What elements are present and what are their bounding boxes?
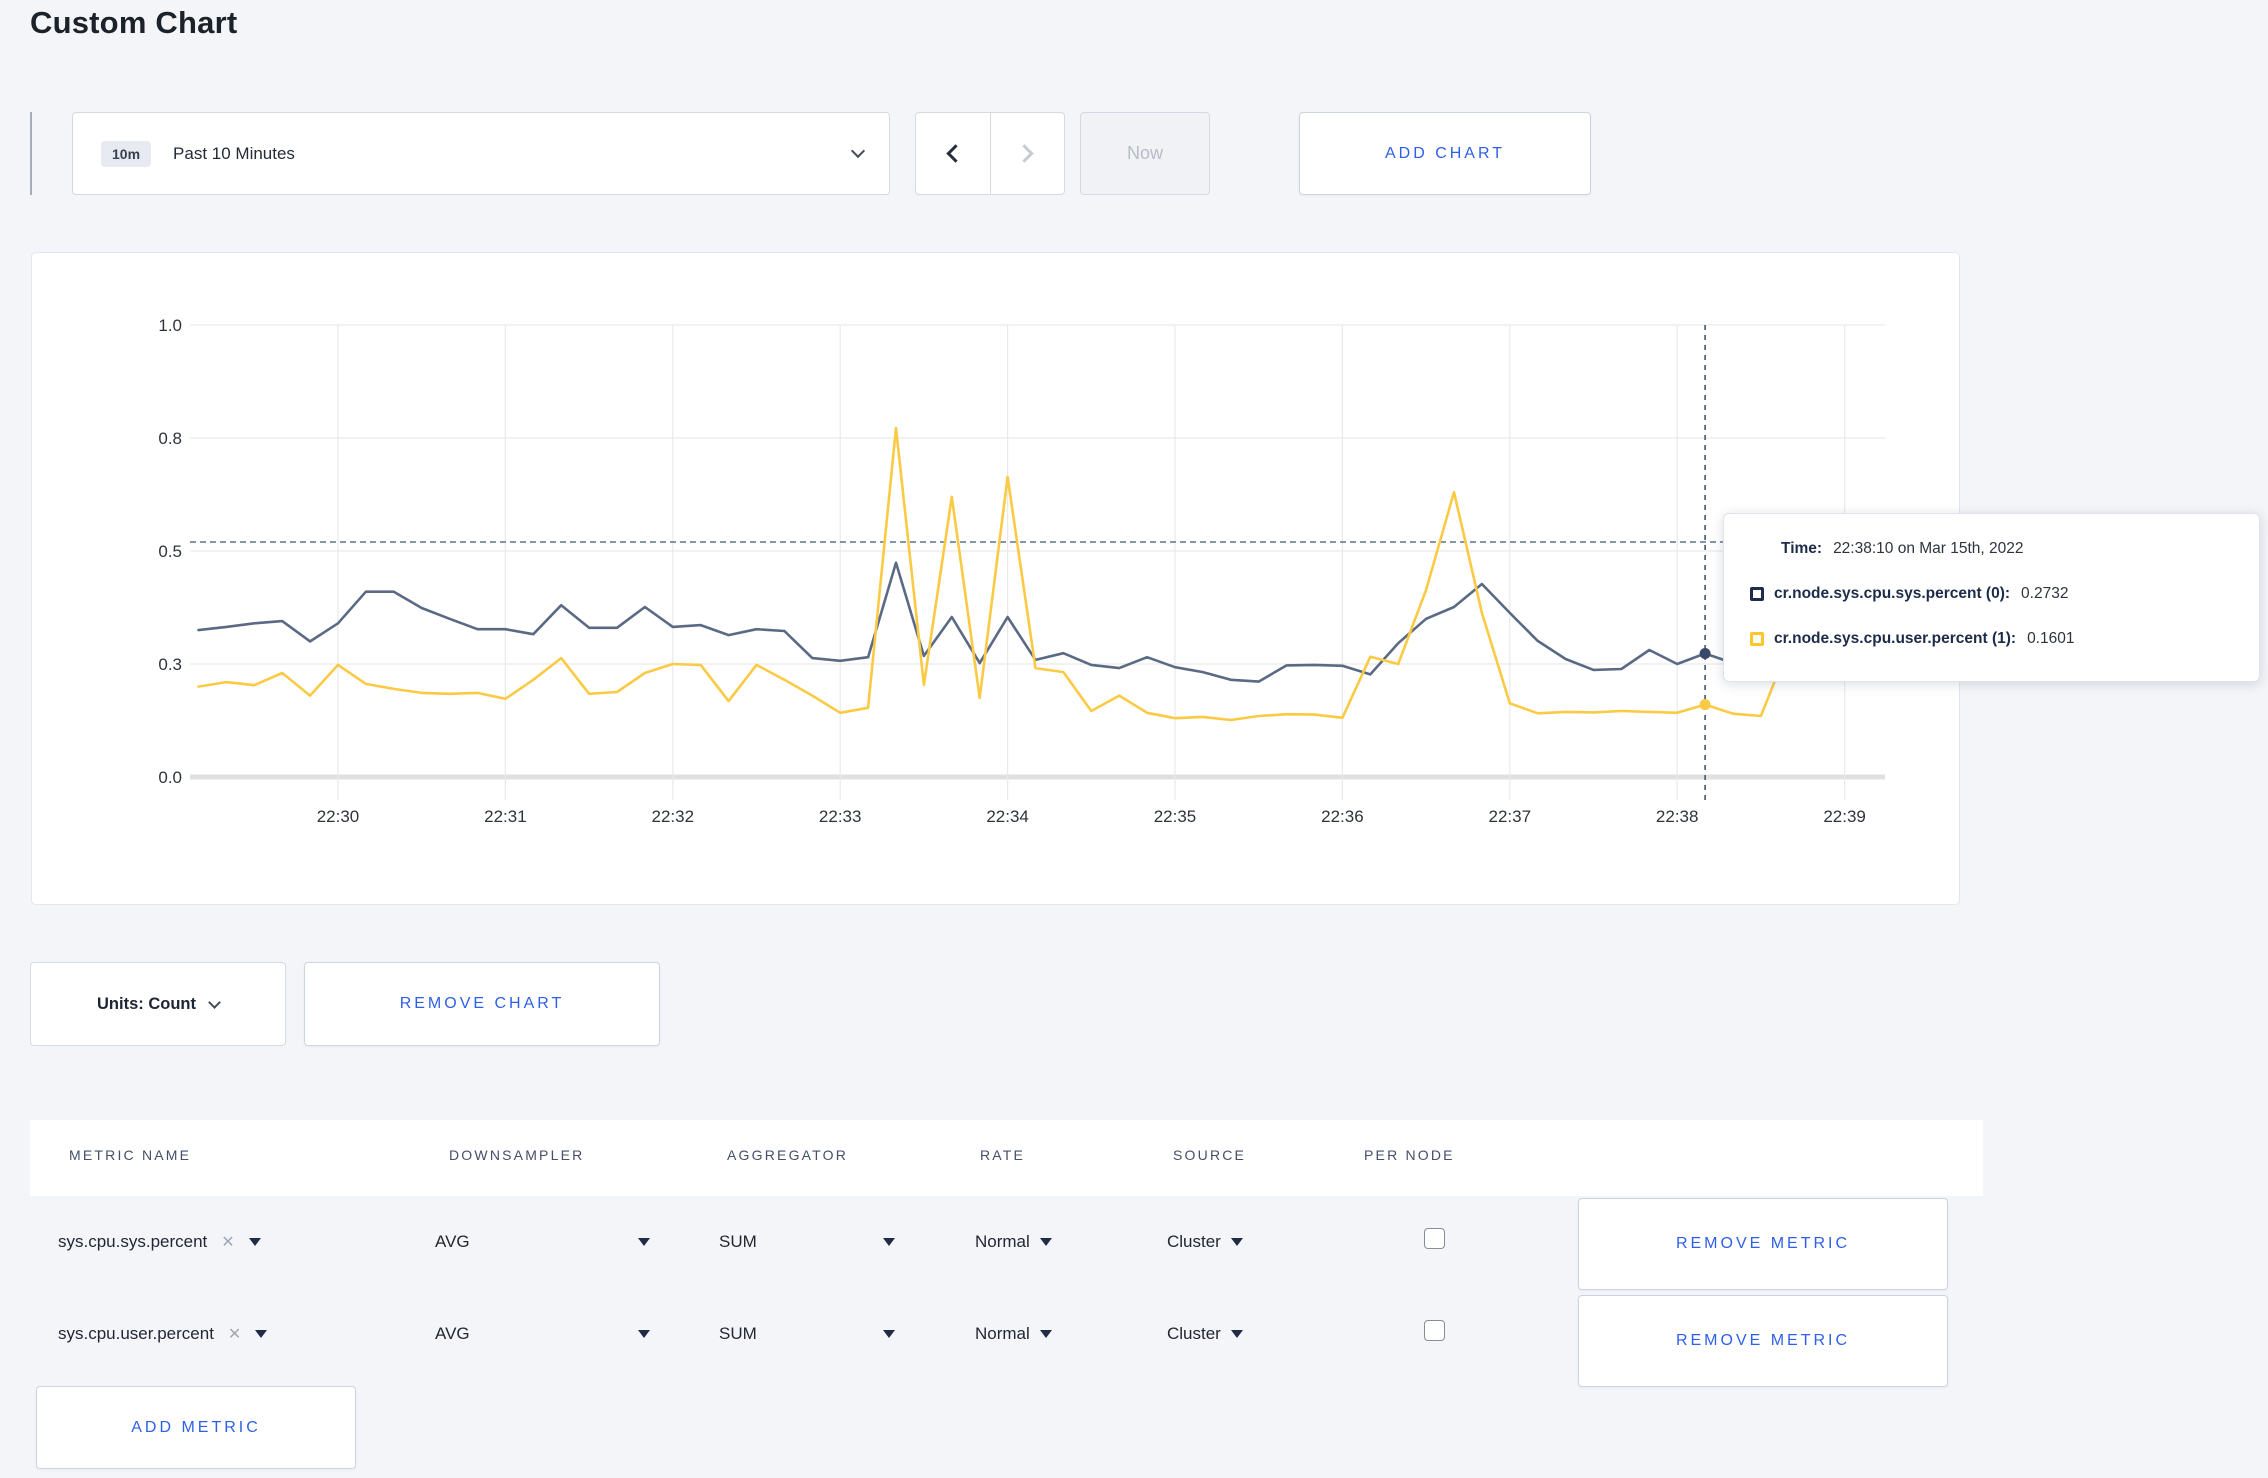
rate-select[interactable]: Normal (975, 1232, 1052, 1252)
dropdown-caret-icon[interactable] (1230, 1330, 1243, 1338)
x-tick-label: 22:31 (484, 807, 527, 826)
y-tick-label: 0.3 (158, 655, 182, 674)
x-tick-label: 22:32 (652, 807, 695, 826)
time-range-badge: 10m (101, 140, 152, 167)
units-label: Units: Count (97, 994, 196, 1013)
col-header-metric-name: METRIC NAME (69, 1147, 192, 1163)
downsampler-select[interactable]: AVG (435, 1232, 650, 1252)
x-tick-label: 22:34 (986, 807, 1029, 826)
x-tick-label: 22:30 (317, 807, 360, 826)
dropdown-caret-icon[interactable] (1039, 1330, 1052, 1338)
metrics-table-header: METRIC NAME DOWNSAMPLER AGGREGATOR RATE … (30, 1120, 1983, 1196)
dropdown-caret-icon[interactable] (1039, 1238, 1052, 1246)
dropdown-caret-icon[interactable] (255, 1330, 268, 1338)
tooltip-series-label: cr.node.sys.cpu.user.percent (1): (1774, 630, 2017, 647)
x-tick-label: 22:33 (819, 807, 862, 826)
dropdown-caret-icon[interactable] (248, 1238, 261, 1246)
source-select[interactable]: Cluster (1167, 1324, 1243, 1344)
add-chart-button[interactable]: ADD CHART (1299, 112, 1591, 195)
add-metric-button[interactable]: ADD METRIC (36, 1386, 356, 1469)
user-series-swatch-icon (1750, 632, 1764, 646)
source-select[interactable]: Cluster (1167, 1232, 1243, 1252)
x-tick-label: 22:36 (1321, 807, 1364, 826)
tooltip-series-value: 0.1601 (2027, 630, 2075, 647)
chart-tooltip: Time: 22:38:10 on Mar 15th, 2022 cr.node… (1723, 513, 2260, 682)
series-line-user (197, 426, 1874, 722)
col-header-rate: RATE (980, 1147, 1026, 1163)
tooltip-series-row: cr.node.sys.cpu.user.percent (1): 0.1601 (1750, 630, 2074, 648)
dropdown-caret-icon[interactable] (882, 1238, 895, 1246)
page-title: Custom Chart (30, 5, 238, 40)
time-nav-group (915, 112, 1065, 195)
dropdown-caret-icon[interactable] (882, 1330, 895, 1338)
dropdown-caret-icon[interactable] (1230, 1238, 1243, 1246)
clear-metric-icon[interactable]: ✕ (221, 1232, 234, 1252)
col-header-downsampler: DOWNSAMPLER (449, 1147, 585, 1163)
col-header-source: SOURCE (1173, 1147, 1247, 1163)
now-button[interactable]: Now (1080, 112, 1210, 195)
tooltip-series-label: cr.node.sys.cpu.sys.percent (0): (1774, 585, 2011, 602)
y-tick-label: 0.8 (158, 429, 182, 448)
y-tick-label: 0.5 (158, 542, 182, 561)
col-header-per-node: PER NODE (1364, 1147, 1455, 1163)
prev-range-button[interactable] (916, 113, 990, 194)
x-tick-label: 22:38 (1656, 807, 1699, 826)
dropdown-caret-icon[interactable] (637, 1238, 650, 1246)
metric-name-select[interactable]: sys.cpu.sys.percent ✕ (58, 1232, 261, 1252)
chart-plot-area[interactable]: 0.0 0.3 0.5 0.8 1.0 22:30 22:31 22:32 22:33 22:34… (31, 252, 1960, 905)
tooltip-time-row: Time: 22:38:10 on Mar 15th, 2022 (1781, 540, 2024, 558)
remove-metric-button[interactable]: REMOVE METRIC (1578, 1295, 1948, 1387)
time-range-dropdown[interactable]: 10m Past 10 Minutes (72, 112, 890, 195)
metric-name-select[interactable]: sys.cpu.user.percent ✕ (58, 1324, 268, 1344)
next-range-button[interactable] (989, 113, 1065, 194)
y-tick-label: 1.0 (158, 316, 182, 335)
custom-chart-page: Custom Chart 10m Past 10 Minutes Now ADD… (0, 0, 2268, 1478)
x-tick-label: 22:35 (1154, 807, 1197, 826)
tooltip-series-row: cr.node.sys.cpu.sys.percent (0): 0.2732 (1750, 585, 2068, 603)
aggregator-select[interactable]: SUM (719, 1232, 895, 1252)
per-node-checkbox[interactable] (1424, 1320, 1445, 1341)
chevron-down-icon (850, 143, 866, 159)
tooltip-series-value: 0.2732 (2021, 585, 2069, 602)
downsampler-select[interactable]: AVG (435, 1324, 650, 1344)
toolbar-divider (30, 112, 32, 195)
dropdown-caret-icon[interactable] (637, 1330, 650, 1338)
y-tick-label: 0.0 (158, 768, 182, 787)
chevron-down-icon (208, 995, 221, 1009)
col-header-aggregator: AGGREGATOR (727, 1147, 849, 1163)
x-tick-label: 22:39 (1823, 807, 1866, 826)
chevron-left-icon (946, 144, 965, 163)
tooltip-time-label: Time: (1781, 540, 1823, 557)
time-range-label: Past 10 Minutes (173, 143, 295, 163)
rate-select[interactable]: Normal (975, 1324, 1052, 1344)
x-tick-label: 22:37 (1489, 807, 1532, 826)
chevron-right-icon (1015, 144, 1034, 163)
sys-series-swatch-icon (1750, 587, 1764, 601)
crosshair-dot-user (1699, 699, 1711, 711)
per-node-checkbox[interactable] (1424, 1228, 1445, 1249)
aggregator-select[interactable]: SUM (719, 1324, 895, 1344)
tooltip-time-value: 22:38:10 on Mar 15th, 2022 (1833, 540, 2024, 557)
clear-metric-icon[interactable]: ✕ (228, 1324, 241, 1344)
remove-chart-button[interactable]: REMOVE CHART (304, 962, 660, 1046)
units-dropdown[interactable]: Units: Count (30, 962, 286, 1046)
remove-metric-button[interactable]: REMOVE METRIC (1578, 1198, 1948, 1290)
crosshair-dot-sys (1699, 648, 1711, 660)
